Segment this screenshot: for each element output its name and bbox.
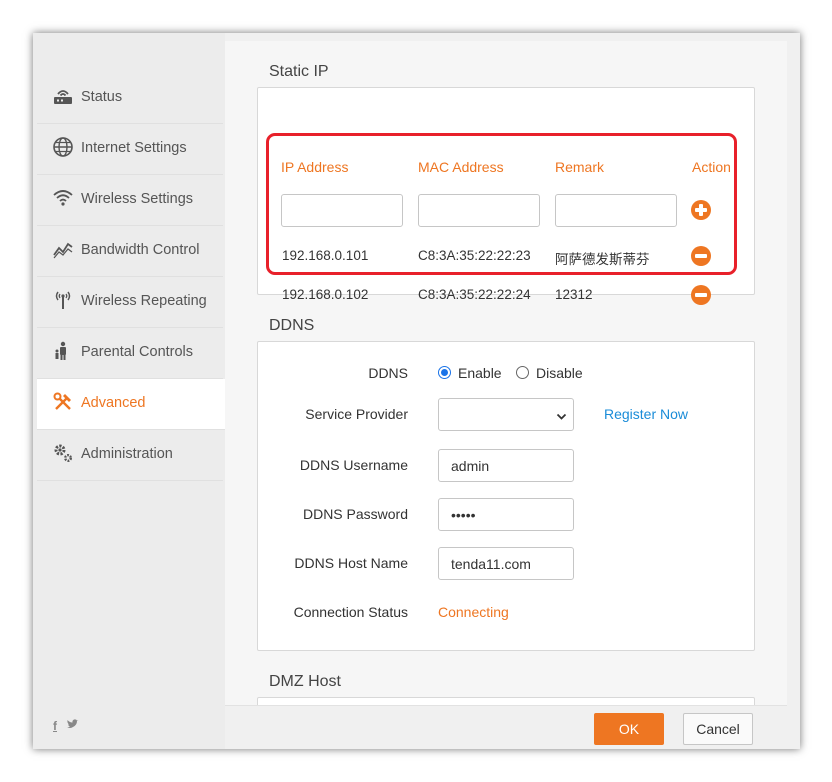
mac-address-input[interactable] [418,194,540,227]
ddns-panel: DDNS Enable Disable Service Provider Reg… [257,341,755,651]
sidebar-item-wireless-repeating[interactable]: Wireless Repeating [37,277,223,328]
sidebar-item-label: Parental Controls [81,344,194,360]
sidebar-item-label: Wireless Settings [81,191,194,207]
sidebar-item-wireless-settings[interactable]: Wireless Settings [37,175,223,226]
ddns-disable-radio[interactable] [516,366,529,379]
sidebar-item-administration[interactable]: Administration [37,430,223,481]
register-now-link[interactable]: Register Now [604,406,688,422]
footer-bar: OK Cancel [225,705,787,749]
ddns-password-label: DDNS Password [302,506,408,522]
tools-icon [52,391,74,413]
service-provider-label: Service Provider [305,406,408,422]
router-admin-window: Status Internet Settings Wireless Settin… [33,33,800,749]
ddns-enable-label[interactable]: Enable [458,365,502,381]
remove-row-1-button[interactable] [691,246,711,266]
ddns-host-name-input[interactable] [438,547,574,580]
sidebar: Status Internet Settings Wireless Settin… [33,33,225,749]
row-1-remark: 阿萨德发斯蒂芬 [555,252,650,267]
chart-line-icon [52,238,74,260]
sidebar-item-advanced[interactable]: Advanced [37,379,225,430]
facebook-icon[interactable]: f [53,719,57,733]
main-content: Static IP IP Address MAC Address Remark … [225,41,787,749]
ddns-username-input[interactable] [438,449,574,482]
router-icon [52,85,74,107]
wifi-icon [52,187,74,209]
row-2-mac: C8:3A:35:22:22:24 [418,287,531,302]
ddns-enable-radio[interactable] [438,366,451,379]
sidebar-item-label: Wireless Repeating [81,293,207,309]
remark-input[interactable] [555,194,677,227]
section-title-dmz-host: DMZ Host [269,673,341,690]
ddns-username-label: DDNS Username [299,457,408,473]
sidebar-item-parental-controls[interactable]: Parental Controls [37,328,223,379]
globe-icon [52,136,74,158]
remove-row-2-button[interactable] [691,285,711,305]
sidebar-item-bandwidth-control[interactable]: Bandwidth Control [37,226,223,277]
column-header-remark: Remark [555,159,605,175]
sidebar-item-label: Status [81,89,123,105]
row-2-ip: 192.168.0.102 [282,287,369,302]
twitter-icon[interactable] [66,719,79,733]
section-title-ddns: DDNS [269,317,315,334]
ddns-host-name-label: DDNS Host Name [294,555,408,571]
cancel-button[interactable]: Cancel [683,713,753,745]
connection-status-label: Connection Status [293,604,408,620]
sidebar-item-label: Bandwidth Control [81,242,200,258]
service-provider-select[interactable] [438,398,574,431]
sidebar-item-internet-settings[interactable]: Internet Settings [37,124,223,175]
row-1-ip: 192.168.0.101 [282,248,369,263]
section-title-static-ip: Static IP [269,63,329,80]
family-icon [52,340,74,362]
column-header-action: Action [692,159,731,175]
ddns-password-input[interactable] [438,498,574,531]
chevron-down-icon [556,409,567,425]
connection-status-value: Connecting [438,604,509,620]
ip-address-input[interactable] [281,194,403,227]
column-header-ip: IP Address [281,159,349,175]
row-1-mac: C8:3A:35:22:22:23 [418,248,531,263]
sidebar-item-label: Administration [81,446,173,462]
ok-button[interactable]: OK [594,713,664,745]
social-links: f [53,719,85,733]
sidebar-item-status[interactable]: Status [37,73,223,124]
gears-icon [52,442,74,464]
ddns-disable-label[interactable]: Disable [536,365,583,381]
row-2-remark: 12312 [555,287,593,302]
sidebar-item-label: Internet Settings [81,140,187,156]
ddns-label: DDNS [368,365,408,381]
static-ip-panel: IP Address MAC Address Remark Action 192… [257,87,755,305]
antenna-icon [52,289,74,311]
column-header-mac: MAC Address [418,159,504,175]
sidebar-item-label: Advanced [81,395,146,411]
add-row-button[interactable] [691,200,711,220]
